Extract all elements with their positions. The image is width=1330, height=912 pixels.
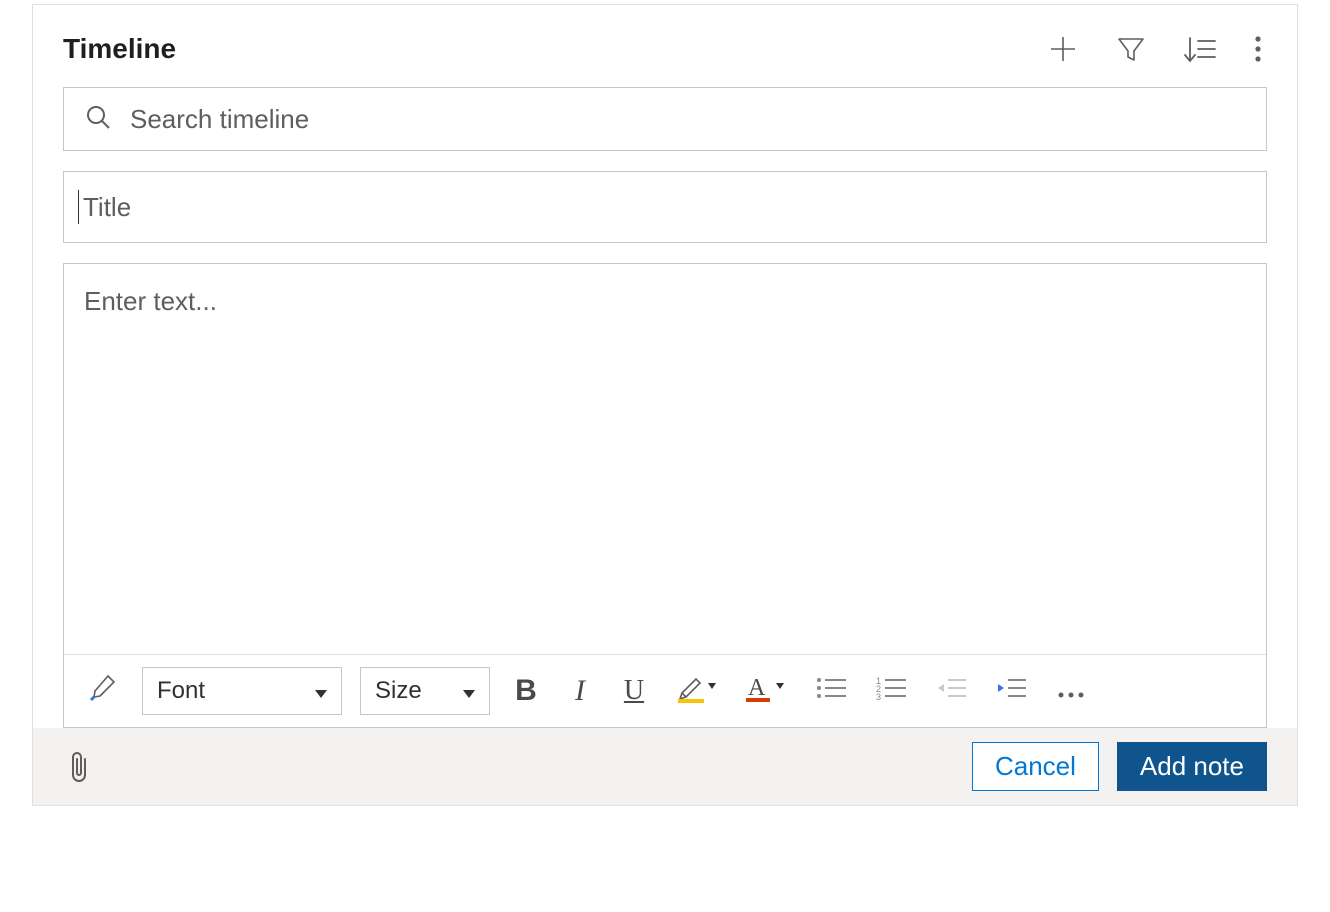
underline-icon: U [624,675,644,707]
paintbrush-icon [88,673,118,710]
plus-icon [1047,33,1079,65]
attach-button[interactable] [63,745,95,789]
note-editor: Enter text... Font Size [63,263,1267,728]
bullet-list-button[interactable] [810,671,852,711]
more-vertical-icon [1253,33,1263,65]
numbered-list-icon: 1 2 3 [876,675,906,707]
numbered-list-button[interactable]: 1 2 3 [870,671,912,711]
size-select-label: Size [375,677,422,705]
sort-icon [1183,33,1217,65]
underline-button[interactable]: U [616,671,652,711]
caret-down-icon [315,677,327,705]
size-select[interactable]: Size [360,667,490,715]
font-color-icon: A [746,673,786,710]
note-body-input[interactable]: Enter text... [64,264,1266,654]
font-color-button[interactable]: A [740,669,792,714]
bold-icon: B [515,674,537,708]
note-title-input[interactable] [81,191,1252,224]
outdent-icon [936,675,966,707]
sort-button[interactable] [1179,29,1221,69]
header-actions [1043,29,1267,69]
more-horizontal-icon [1056,675,1086,707]
format-painter-button[interactable] [82,669,124,714]
svg-text:A: A [748,675,766,701]
outdent-button[interactable] [930,671,972,711]
bullet-list-icon [816,675,846,707]
timeline-header: Timeline [33,5,1297,87]
cancel-button[interactable]: Cancel [972,742,1099,791]
add-button[interactable] [1043,29,1083,69]
toolbar-more-button[interactable] [1050,671,1092,711]
search-input[interactable] [128,103,1246,136]
search-icon [84,103,112,136]
highlight-color-button[interactable] [670,669,722,714]
font-select-label: Font [157,677,205,705]
indent-button[interactable] [990,671,1032,711]
search-box[interactable] [63,87,1267,151]
timeline-panel: Timeline [32,4,1298,806]
font-select[interactable]: Font [142,667,342,715]
caret-down-icon [463,677,475,705]
filter-button[interactable] [1111,29,1151,69]
italic-icon: I [575,674,585,708]
paperclip-icon [67,749,91,785]
page-title: Timeline [63,33,1043,65]
more-button[interactable] [1249,29,1267,69]
add-note-button[interactable]: Add note [1117,742,1267,791]
funnel-icon [1115,33,1147,65]
italic-button[interactable]: I [562,670,598,712]
note-footer: Cancel Add note [33,728,1297,805]
indent-icon [996,675,1026,707]
bold-button[interactable]: B [508,670,544,712]
highlight-icon [676,673,716,710]
svg-text:3: 3 [876,692,881,700]
note-title-box[interactable] [63,171,1267,243]
text-cursor [78,190,79,224]
rich-text-toolbar: Font Size B I U [64,654,1266,727]
